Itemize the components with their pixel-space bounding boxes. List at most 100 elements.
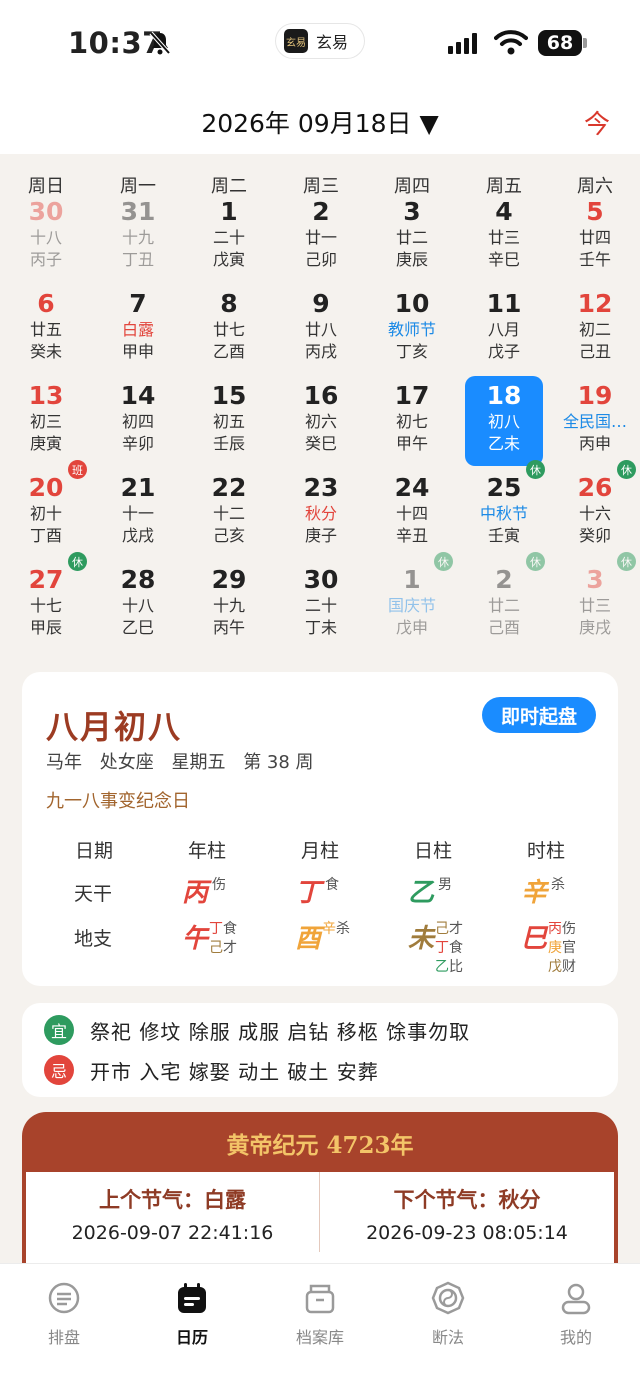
calendar-day[interactable]: 16 初六 癸巳 xyxy=(282,376,360,466)
day-number: 8 xyxy=(220,289,238,318)
calendar-day[interactable]: 5 廿四 壬午 xyxy=(556,192,634,282)
calendar-day[interactable]: 14 初四 辛卯 xyxy=(99,376,177,466)
date-picker[interactable]: 2026年 09月18日 ▼ xyxy=(0,104,640,140)
tiangan-tenshen: 伤 xyxy=(212,877,226,893)
calendar-day[interactable]: 23 秋分 庚子 xyxy=(282,468,360,558)
next-term-time: 2026-09-23 08:05:14 xyxy=(366,1222,568,1244)
calendar-day[interactable]: 31 十九 丁丑 xyxy=(99,192,177,282)
day-number: 17 xyxy=(394,381,430,410)
lunar-label: 初六 xyxy=(304,412,337,431)
lunar-label: 廿三 xyxy=(578,596,611,615)
calendar-day[interactable]: 28 十八 乙巳 xyxy=(99,560,177,650)
calendar-day[interactable]: 1 国庆节 戊申休 xyxy=(373,552,453,650)
lunar-label: 二十 xyxy=(212,228,245,247)
hidden-stem: 丁食 xyxy=(435,939,463,958)
calendar-day[interactable]: 29 十九 丙午 xyxy=(190,560,268,650)
tab-calendar[interactable]: 日历 xyxy=(128,1280,256,1348)
day-number: 6 xyxy=(37,289,55,318)
calendar-day[interactable]: 1 二十 戊寅 xyxy=(190,192,268,282)
ganzhi-label: 丙申 xyxy=(578,434,611,453)
day-number: 30 xyxy=(28,197,64,226)
calendar-day[interactable]: 13 初三 庚寅 xyxy=(7,376,85,466)
hidden-stem-tenshen: 伤 xyxy=(562,921,576,937)
today-button[interactable]: 今 xyxy=(584,104,610,141)
calendar-day[interactable]: 22 十二 己亥 xyxy=(190,468,268,558)
calendar-day[interactable]: 3 廿二 庚辰 xyxy=(373,192,451,282)
calendar-day[interactable]: 25 中秋节 壬寅休 xyxy=(465,460,545,558)
calendar-day[interactable]: 30 十八 丙子 xyxy=(7,192,85,282)
day-number: 28 xyxy=(120,565,156,594)
ganzhi-label: 癸未 xyxy=(29,342,62,361)
calendar-day[interactable]: 12 初二 己丑 xyxy=(556,284,634,374)
calendar-day[interactable]: 8 廿七 乙酉 xyxy=(190,284,268,374)
cellular-signal-icon xyxy=(448,32,477,54)
app-logo-icon: 玄易 xyxy=(284,29,308,53)
instant-chart-button[interactable]: 即时起盘 xyxy=(482,697,596,733)
calendar-day[interactable]: 27 十七 甲辰休 xyxy=(7,552,87,650)
calendar-day[interactable]: 19 全民国… 丙申 xyxy=(556,376,634,466)
day-number: 16 xyxy=(303,381,339,410)
lunar-label: 廿二 xyxy=(395,228,428,247)
calendar-day[interactable]: 4 廿三 辛巳 xyxy=(465,192,543,282)
tab-profile[interactable]: 我的 xyxy=(512,1280,640,1348)
calendar-day[interactable]: 3 廿三 庚戌休 xyxy=(556,552,636,650)
prev-term-time: 2026-09-07 22:41:16 xyxy=(71,1222,274,1244)
ganzhi-label: 戊申 xyxy=(395,618,428,637)
ganzhi-label: 甲辰 xyxy=(29,618,62,637)
hidden-stem: 丙伤 xyxy=(548,920,576,939)
week-number: 第 38 周 xyxy=(243,752,314,773)
lunar-label: 廿二 xyxy=(487,596,520,615)
tab-bar: 排盘 日历 档案库 断法 我的 xyxy=(0,1264,640,1388)
calendar-day[interactable]: 24 十四 辛丑 xyxy=(373,468,451,558)
calendar-day[interactable]: 10 教师节 丁亥 xyxy=(373,284,451,374)
calendar-day[interactable]: 21 十一 戊戌 xyxy=(99,468,177,558)
calendar-day[interactable]: 20 初十 丁酉班 xyxy=(7,460,87,558)
calendar-day[interactable]: 9 廿八 丙戌 xyxy=(282,284,360,374)
lunar-date: 八月初八 xyxy=(46,708,183,746)
ganzhi-label: 丁未 xyxy=(304,618,337,637)
calendar-day[interactable]: 2 廿二 己酉休 xyxy=(465,552,545,650)
calendar-day[interactable]: 18 初八 乙未 xyxy=(465,376,543,466)
ji-text: 开市 入宅 嫁娶 动土 破土 安葬 xyxy=(90,1059,379,1084)
ganzhi-label: 壬午 xyxy=(578,250,611,269)
hidden-stem: 庚官 xyxy=(548,939,576,958)
lunar-label: 初三 xyxy=(29,412,62,431)
calendar-day[interactable]: 30 二十 丁未 xyxy=(282,560,360,650)
tab-calendar-label: 日历 xyxy=(175,1328,208,1347)
holiday-badge: 休 xyxy=(526,460,545,479)
ganzhi-label: 丙戌 xyxy=(304,342,337,361)
prev-term-label: 上个节气：白露 xyxy=(99,1187,246,1212)
day-number: 30 xyxy=(303,565,339,594)
calendar-day[interactable]: 17 初七 甲午 xyxy=(373,376,451,466)
lunar-label: 初十 xyxy=(29,504,62,523)
lunar-label: 十八 xyxy=(29,228,62,247)
calendar-day[interactable]: 11 八月 戊子 xyxy=(465,284,543,374)
tab-archive[interactable]: 档案库 xyxy=(256,1280,384,1348)
ganzhi-label: 乙巳 xyxy=(121,618,154,637)
lunar-label: 十四 xyxy=(395,504,428,523)
calendar-day[interactable]: 6 廿五 癸未 xyxy=(7,284,85,374)
next-term-label: 下个节气：秋分 xyxy=(393,1187,541,1212)
calendar-day[interactable]: 15 初五 壬辰 xyxy=(190,376,268,466)
calendar-day[interactable]: 7 白露 甲申 xyxy=(99,284,177,374)
lunar-label: 国庆节 xyxy=(387,596,436,615)
yi-text: 祭祀 修坟 除服 成服 启钻 移柩 馀事勿取 xyxy=(90,1019,471,1044)
app-indicator[interactable]: 玄易 玄易 xyxy=(276,24,364,58)
tab-methods[interactable]: 断法 xyxy=(384,1280,512,1348)
day-number: 14 xyxy=(120,381,156,410)
calendar-day[interactable]: 26 十六 癸卯休 xyxy=(556,460,636,558)
tab-paipan[interactable]: 排盘 xyxy=(0,1280,128,1348)
dizhi-hidden-stems: 丙伤 庚官 戊财 xyxy=(548,920,576,977)
ganzhi-label: 辛卯 xyxy=(121,434,154,453)
day-number: 7 xyxy=(129,289,147,318)
ganzhi-label: 壬辰 xyxy=(212,434,245,453)
calendar-day[interactable]: 2 廿一 己卯 xyxy=(282,192,360,282)
hidden-stem: 辛杀 xyxy=(322,920,350,939)
day-number: 22 xyxy=(211,473,247,502)
ji-row: 忌 开市 入宅 嫁娶 动土 破土 安葬 xyxy=(44,1055,379,1085)
lunar-label: 秋分 xyxy=(304,504,337,523)
hidden-stem-char: 戊 xyxy=(548,959,562,975)
hidden-stem-char: 丙 xyxy=(548,921,562,937)
hidden-stem-char: 辛 xyxy=(322,921,336,937)
user-icon xyxy=(561,1283,591,1315)
